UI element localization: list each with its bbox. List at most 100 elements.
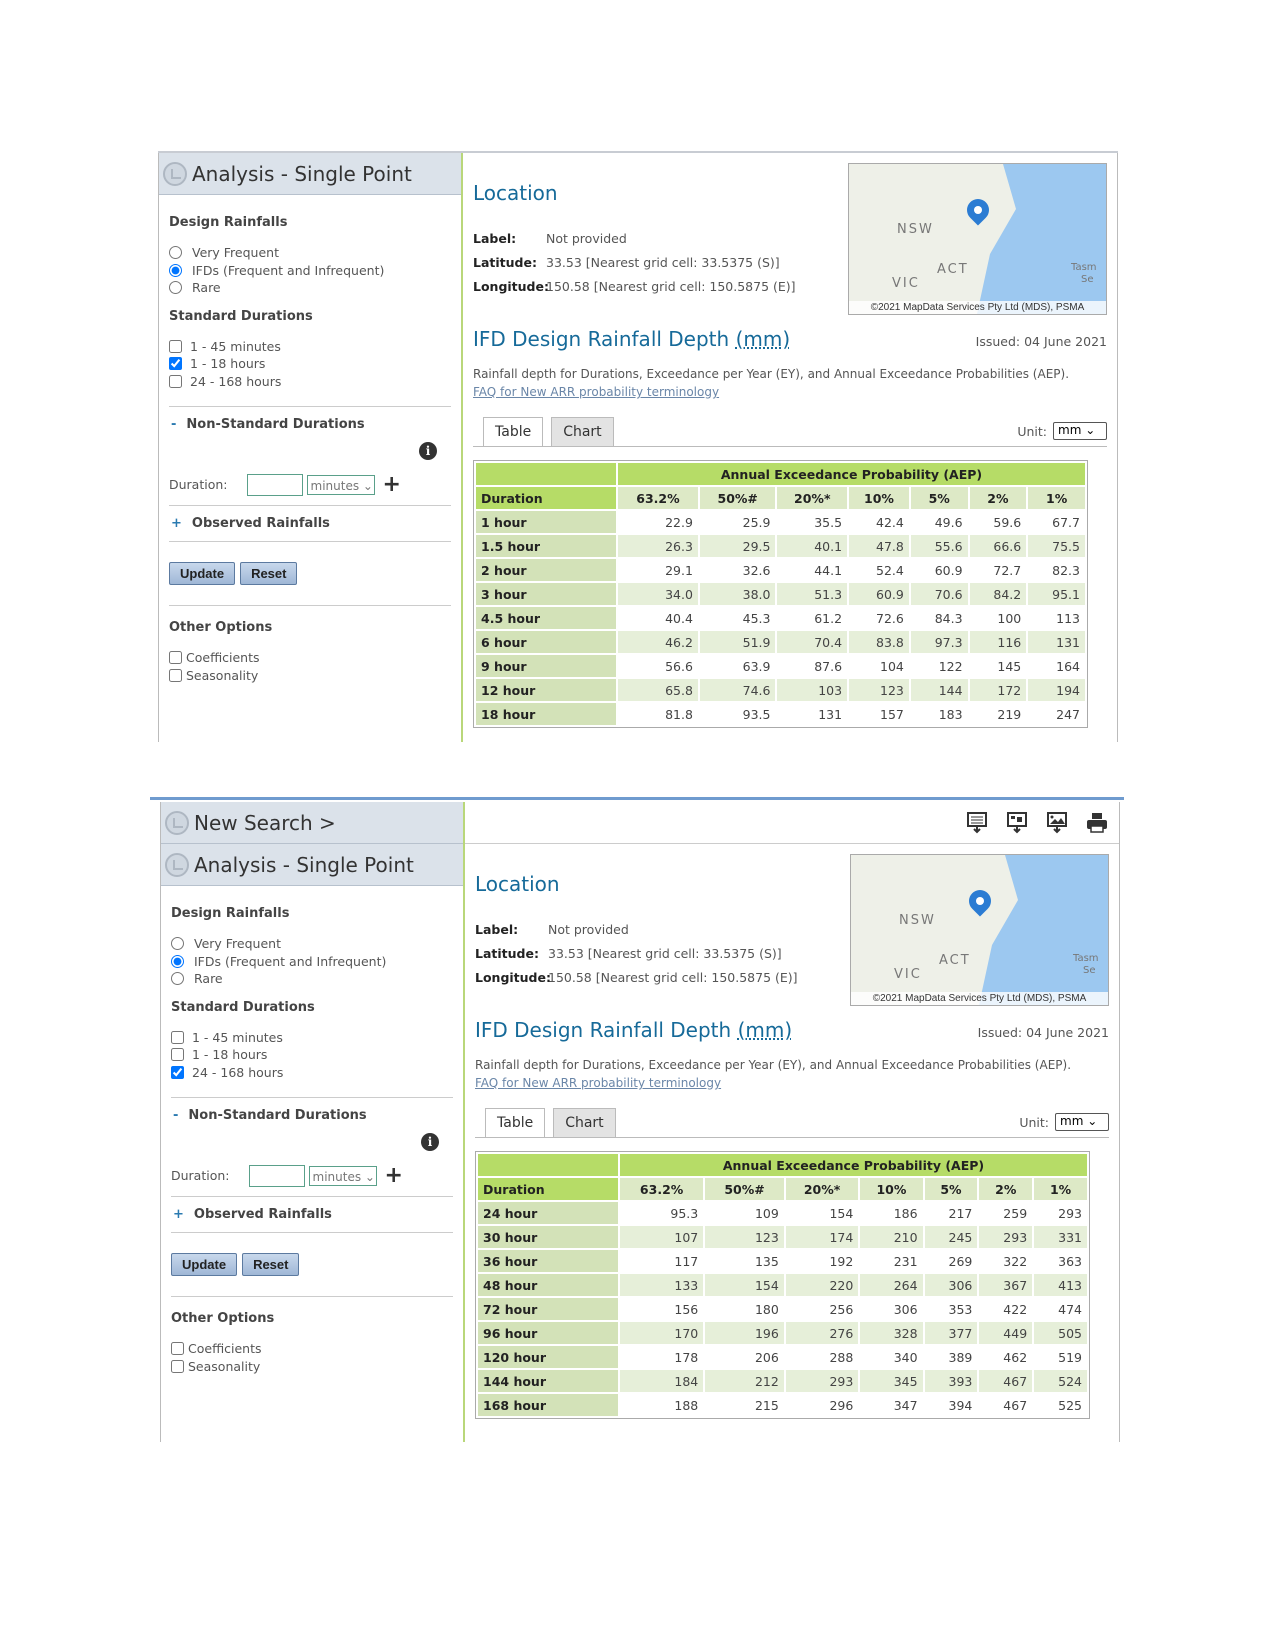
new-search-header[interactable]: New Search > [161,802,463,844]
unit-select[interactable]: mm ⌄ [1055,1113,1109,1131]
tab-chart[interactable]: Chart [551,417,614,446]
observed-rainfalls-label: Observed Rainfalls [193,1207,332,1222]
other-option[interactable]: Seasonality [171,1358,453,1376]
duration-unit-select[interactable]: minutes ⌄ [306,474,375,495]
duration-checkbox-option[interactable]: 24 - 168 hours [169,373,451,391]
depth-value-cell: 72.6 [876,610,904,626]
depth-value-cell: 104 [880,658,904,674]
duration-checkbox[interactable] [169,374,182,388]
duration-unit-select[interactable]: minutes ⌄ [308,1165,377,1186]
faq-link[interactable]: FAQ for New ARR probability terminology [473,385,719,399]
unit-label: Unit: [1019,1114,1049,1130]
reset-button[interactable]: Reset [240,562,298,585]
duration-checkbox-option[interactable]: 24 - 168 hours [171,1064,453,1082]
blank-header [478,1154,618,1176]
radio-option[interactable]: Rare [169,279,451,297]
other-option[interactable]: Coefficients [171,1340,453,1358]
duration-checkbox[interactable] [169,357,182,371]
duration-input[interactable] [248,1164,305,1187]
design-rainfall-radio[interactable] [171,972,184,986]
tab-table[interactable]: Table [485,1108,546,1137]
depth-value-cell: 135 [754,1253,779,1269]
depth-value-cell: 45.3 [742,610,771,626]
lat-key: Latitude: [473,255,537,270]
radio-option[interactable]: Very Frequent [171,935,453,953]
radio-option[interactable]: Very Frequent [169,244,451,262]
design-rainfall-radio[interactable] [171,954,184,968]
depth-value-cell: 133 [620,1274,704,1296]
depth-value-cell: 67.7 [1052,514,1080,530]
other-option[interactable]: Seasonality [169,667,451,685]
depth-value-cell: 220 [785,1274,859,1296]
aep-group-header: Annual Exceedance Probability (AEP) [618,463,1085,485]
depth-value-cell: 113 [1056,610,1080,626]
duration-checkbox-option[interactable]: 1 - 18 hours [169,355,451,373]
lon-value: 150.58 [Nearest grid cell: 150.5875 (E)] [548,970,798,985]
radio-option[interactable]: Rare [171,970,453,988]
duration-checkbox[interactable] [171,1030,184,1044]
depth-value-cell: 178 [674,1349,699,1365]
other-option[interactable]: Coefficients [169,649,451,667]
download-image-icon[interactable] [1045,811,1069,835]
print-icon[interactable] [1085,811,1109,835]
duration-unit-value: minutes [310,478,360,493]
duration-checkbox[interactable] [171,1048,184,1062]
other-option-label: Coefficients [188,1341,262,1357]
table-row: 168 hour 188 215 296 347 394 467 525 [478,1394,1087,1416]
depth-value-cell: 107 [620,1226,704,1248]
depth-value-cell: 186 [893,1205,918,1221]
ifd-header: IFD Design Rainfall Depth (mm) Issued: 04… [475,1018,1109,1042]
location-title: Location [475,872,560,896]
map-pin-icon[interactable] [964,885,996,917]
update-button[interactable]: Update [171,1253,238,1276]
design-rainfall-radio[interactable] [169,281,182,295]
duration-checkbox-option[interactable]: 1 - 18 hours [171,1046,453,1064]
duration-cell: 6 hour [476,631,616,653]
location-map[interactable]: NSW ACT VIC Tasm Se ©2021 MapData Services Pt… [850,854,1109,1006]
add-duration-icon[interactable]: + [383,472,401,497]
info-icon[interactable]: i [421,1133,439,1151]
map-pin-icon[interactable] [962,194,994,226]
other-option-checkbox[interactable] [169,668,182,682]
issued-date: Issued: 04 June 2021 [977,1025,1109,1040]
depth-value-cell: 212 [705,1370,784,1392]
radio-option[interactable]: IFDs (Frequent and Infrequent) [169,262,451,280]
reset-button[interactable]: Reset [242,1253,300,1276]
location-map[interactable]: NSW ACT VIC Tasm Se ©2021 MapData Services Pt… [848,163,1107,315]
other-option-checkbox[interactable] [171,1342,184,1356]
observed-rainfalls-toggle[interactable]: + Observed Rainfalls [171,1197,453,1232]
download-chart-icon[interactable] [1005,811,1029,835]
add-duration-icon[interactable]: + [385,1163,403,1188]
depth-value-cell: 97.3 [910,631,968,653]
duration-input[interactable] [246,473,303,496]
other-option-checkbox[interactable] [171,1359,184,1373]
other-options-heading: Other Options [169,620,273,635]
depth-value-cell: 65.8 [618,679,698,701]
design-rainfall-radio[interactable] [169,246,182,260]
aep-column-header: 5% [924,1178,978,1200]
faq-link[interactable]: FAQ for New ARR probability terminology [475,1076,721,1090]
radio-option[interactable]: IFDs (Frequent and Infrequent) [171,953,453,971]
other-option-checkbox[interactable] [169,651,182,665]
depth-value-cell: 247 [1056,706,1080,722]
non-standard-durations-toggle[interactable]: - Non-Standard Durations [171,1098,453,1133]
info-icon[interactable]: i [419,442,437,460]
tab-table[interactable]: Table [483,417,544,446]
new-search-link[interactable]: New Search > [194,811,336,835]
design-rainfall-radio[interactable] [171,937,184,951]
depth-value-cell: 51.3 [777,583,848,605]
non-standard-durations-label: Non-Standard Durations [186,417,365,432]
download-table-icon[interactable] [965,811,989,835]
update-button[interactable]: Update [169,562,236,585]
non-standard-durations-toggle[interactable]: - Non-Standard Durations [169,407,451,442]
observed-rainfalls-toggle[interactable]: + Observed Rainfalls [169,506,451,541]
depth-value-cell: 26.3 [618,535,698,557]
tab-chart[interactable]: Chart [553,1108,616,1137]
duration-checkbox[interactable] [169,339,182,353]
duration-checkbox-option[interactable]: 1 - 45 minutes [171,1029,453,1047]
duration-checkbox-option[interactable]: 1 - 45 minutes [169,338,451,356]
design-rainfall-radio[interactable] [169,263,182,277]
unit-select[interactable]: mm ⌄ [1053,422,1107,440]
duration-checkbox[interactable] [171,1065,184,1079]
depth-value-cell: 52.4 [876,562,904,578]
